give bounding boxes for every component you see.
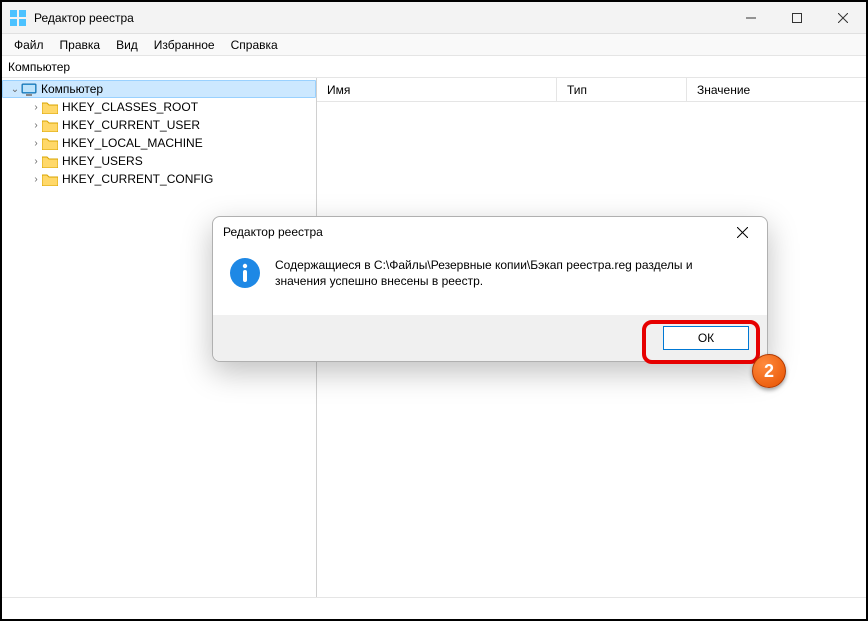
tree-item-hku[interactable]: › HKEY_USERS	[2, 152, 316, 170]
col-name[interactable]: Имя	[317, 78, 557, 101]
tree-item-hkcr[interactable]: › HKEY_CLASSES_ROOT	[2, 98, 316, 116]
tree-item-hkcu[interactable]: › HKEY_CURRENT_USER	[2, 116, 316, 134]
menu-favorites[interactable]: Избранное	[146, 36, 223, 54]
menu-view[interactable]: Вид	[108, 36, 146, 54]
ok-button[interactable]: ОК	[663, 326, 749, 350]
tree-item-label: HKEY_CURRENT_CONFIG	[62, 172, 213, 186]
list-header: Имя Тип Значение	[317, 78, 866, 102]
menubar: Файл Правка Вид Избранное Справка	[2, 34, 866, 56]
chevron-right-icon[interactable]: ›	[30, 120, 42, 131]
menu-help[interactable]: Справка	[223, 36, 286, 54]
tree-item-hkcc[interactable]: › HKEY_CURRENT_CONFIG	[2, 170, 316, 188]
app-icon	[10, 10, 26, 26]
dialog-message: Содержащиеся в C:\Файлы\Резервные копии\…	[261, 253, 751, 315]
folder-icon	[42, 119, 58, 132]
menu-edit[interactable]: Правка	[52, 36, 109, 54]
menu-file[interactable]: Файл	[6, 36, 52, 54]
dialog-button-row: ОК	[213, 315, 767, 361]
annotation-badge: 2	[752, 354, 786, 388]
close-button[interactable]	[820, 2, 866, 34]
dialog-close-button[interactable]	[727, 217, 757, 247]
maximize-button[interactable]	[774, 2, 820, 34]
address-text: Компьютер	[8, 60, 70, 74]
info-icon	[229, 257, 261, 289]
chevron-right-icon[interactable]: ›	[30, 102, 42, 113]
computer-icon	[21, 83, 37, 96]
col-value[interactable]: Значение	[687, 78, 866, 101]
chevron-right-icon[interactable]: ›	[30, 156, 42, 167]
tree-root-label: Компьютер	[41, 82, 103, 96]
status-bar	[2, 597, 866, 619]
minimize-button[interactable]	[728, 2, 774, 34]
tree-item-label: HKEY_CLASSES_ROOT	[62, 100, 198, 114]
col-type[interactable]: Тип	[557, 78, 687, 101]
dialog-title: Редактор реестра	[223, 225, 323, 239]
tree-item-hklm[interactable]: › HKEY_LOCAL_MACHINE	[2, 134, 316, 152]
dialog-titlebar[interactable]: Редактор реестра	[213, 217, 767, 247]
address-bar[interactable]: Компьютер	[2, 56, 866, 78]
tree-item-label: HKEY_USERS	[62, 154, 143, 168]
folder-icon	[42, 173, 58, 186]
chevron-right-icon[interactable]: ›	[30, 138, 42, 149]
dialog-body: Содержащиеся в C:\Файлы\Резервные копии\…	[213, 247, 767, 315]
tree-item-label: HKEY_LOCAL_MACHINE	[62, 136, 203, 150]
folder-icon	[42, 137, 58, 150]
info-dialog: Редактор реестра Содержащиеся в C:\Файлы…	[212, 216, 768, 362]
tree-root[interactable]: ⌄ Компьютер	[2, 80, 316, 98]
tree-item-label: HKEY_CURRENT_USER	[62, 118, 200, 132]
chevron-down-icon[interactable]: ⌄	[9, 84, 21, 95]
titlebar[interactable]: Редактор реестра	[2, 2, 866, 34]
folder-icon	[42, 155, 58, 168]
folder-icon	[42, 101, 58, 114]
window-title: Редактор реестра	[34, 11, 134, 25]
chevron-right-icon[interactable]: ›	[30, 174, 42, 185]
